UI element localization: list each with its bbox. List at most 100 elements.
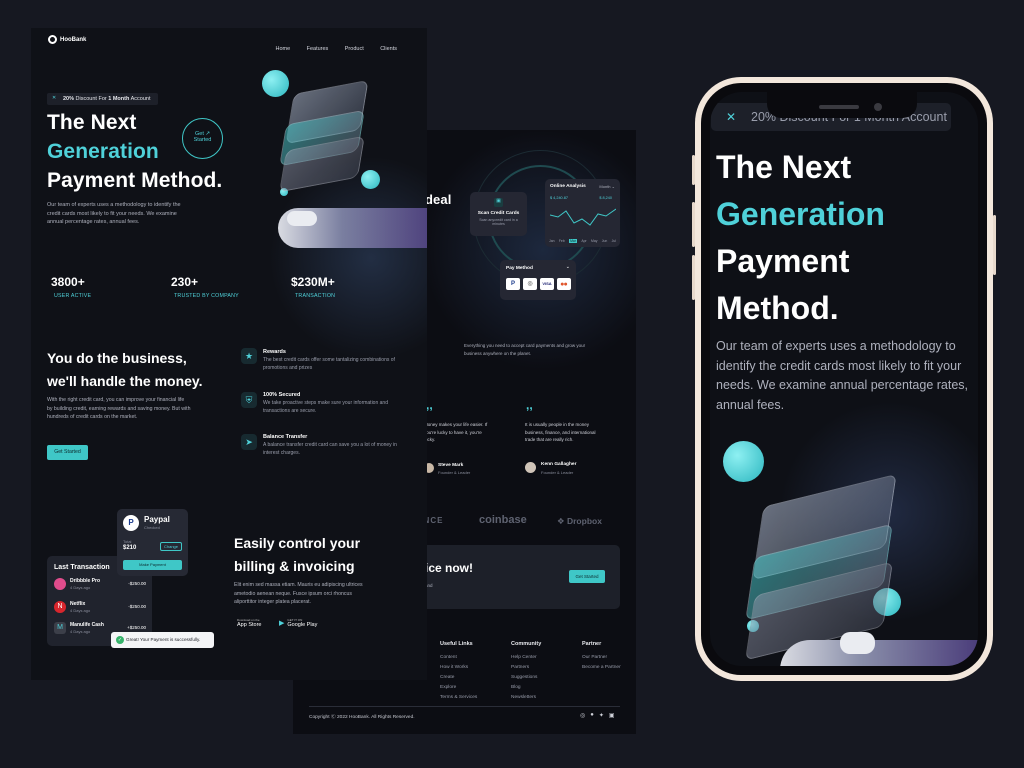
teal-sphere: [361, 170, 380, 189]
main-nav: Home Features Product Clients: [263, 37, 397, 55]
footer-link[interactable]: Suggestions: [511, 673, 541, 683]
phone-hero-description: Our team of experts uses a methodology t…: [716, 339, 969, 412]
nav-features[interactable]: Features: [307, 46, 329, 52]
quote-icon: ,,: [526, 398, 533, 412]
change-button[interactable]: Change: [159, 542, 182, 551]
get-started-button[interactable]: Get Started: [47, 445, 88, 460]
make-payment-button[interactable]: Make Payment: [123, 560, 182, 570]
logo-icon: [48, 35, 57, 44]
get-started-circle-button[interactable]: Get ↗ Started: [182, 118, 223, 159]
feature-secured: 100% Secured We take proactive steps mak…: [263, 392, 388, 414]
footer-link[interactable]: Blog: [511, 683, 541, 693]
paypal-name: Paypal: [144, 515, 170, 524]
feature-rewards: Rewards The best credit cards offer some…: [263, 349, 395, 371]
discount-pill: ✕ 20% Discount For 1 Month Account: [47, 93, 159, 105]
footer-link[interactable]: Explore: [440, 683, 477, 693]
robot-finger-graphic: [840, 632, 875, 654]
online-analysis-widget: Online Analysis Month ⌄ $ 4,240.87 $ 8,2…: [545, 179, 620, 247]
instagram-icon[interactable]: ◎: [580, 712, 585, 719]
discount-icon: ✕: [726, 110, 737, 124]
accept-payments-text: Everything you need to accept card payme…: [464, 343, 586, 356]
amount: -$250.00: [128, 604, 146, 609]
hero-description: Our team of experts uses a methodology t…: [47, 202, 181, 225]
feature-balance-transfer: Balance Transfer A balance transfer cred…: [263, 434, 397, 456]
brand-logo[interactable]: HooBank: [48, 35, 86, 44]
footer-link[interactable]: Create: [440, 673, 477, 683]
feature-icon-wrap: ⛨: [241, 392, 257, 408]
google-play-icon: ▶: [279, 620, 285, 627]
footer-col-useful-links: Useful Links Content How it Works Create…: [440, 641, 477, 703]
scan-text: Scan anycredit card in a minutes: [479, 218, 518, 226]
footer-link[interactable]: Our Partner: [582, 653, 621, 663]
nav-clients[interactable]: Clients: [380, 46, 397, 52]
nav-product[interactable]: Product: [345, 46, 364, 52]
footer-link[interactable]: Content: [440, 653, 477, 663]
coinbase-logo: coinbase: [479, 514, 527, 526]
cta-title: ice now!: [425, 561, 474, 575]
business-description: With the right credit card, you can impr…: [47, 397, 191, 420]
phone-side-button: [692, 255, 695, 300]
testimonial-name: Steve Mark: [438, 463, 464, 468]
last-transaction-title: Last Transaction: [54, 564, 110, 571]
phone-side-button: [692, 202, 695, 247]
testimonial-role: Founder & Leader: [541, 470, 574, 475]
footer-link[interactable]: Become a Partner: [582, 663, 621, 673]
stat-companies: 230+ TRUSTED BY COMPANY: [171, 275, 239, 299]
paypal-card: P Paypal Checked Total $210 Change Make …: [117, 509, 188, 576]
phone-screen: ✕ 20% Discount For 1 Month Account The N…: [710, 92, 978, 666]
paypal-status: Checked: [144, 525, 160, 530]
robot-hand-graphic: [780, 640, 978, 666]
testimonial-text: Money makes your life easier. If you're …: [424, 422, 488, 442]
phone-side-button: [993, 215, 996, 275]
total-label: Total: [123, 539, 132, 544]
avatar: [525, 462, 536, 473]
star-icon: ★: [241, 348, 257, 364]
google-play-badge[interactable]: ▶ GET IT ON Google Play: [279, 618, 317, 628]
analysis-period-select[interactable]: Month ⌄: [599, 184, 615, 189]
testimonial-text: It is usually people in the money busine…: [525, 422, 596, 442]
footer-link[interactable]: Help Center: [511, 653, 541, 663]
feature-icon-wrap: ★: [241, 348, 257, 364]
billing-description: Elit enim sed massa etiam. Mauris eu adi…: [234, 582, 363, 605]
teal-sphere: [262, 70, 289, 97]
amount: -$250.00: [128, 581, 146, 586]
camera: [874, 103, 882, 111]
analysis-value-2: $ 8,240: [599, 196, 612, 200]
robot-finger-graphic: [287, 211, 317, 226]
stat-users: 3800+ USER ACTIVE: [51, 275, 92, 299]
footer-link[interactable]: How it Works: [440, 663, 477, 673]
paypal-logo-icon[interactable]: P: [506, 278, 520, 290]
cta-get-started-button[interactable]: Get Started: [569, 570, 605, 583]
footer-col-partner: Partner Our Partner Become a Partner: [582, 641, 621, 673]
phone-mockup: ✕ 20% Discount For 1 Month Account The N…: [692, 77, 996, 681]
footer-link[interactable]: Partners: [511, 663, 541, 673]
speaker: [819, 105, 859, 109]
linkedin-icon[interactable]: ▣: [609, 712, 615, 719]
apple-pay-icon[interactable]: ◎: [523, 278, 537, 290]
phone-side-button: [692, 155, 695, 185]
analysis-title: Online Analysis: [550, 184, 586, 189]
discount-icon: ✕: [52, 95, 57, 101]
billing-heading: Easily control your billing & invoicing: [234, 535, 361, 574]
footer-link[interactable]: Newsletters: [511, 693, 541, 703]
pay-method-widget: Pay Method ⌄ P ◎ VISA ⬤⬤: [500, 260, 576, 300]
app-store-badge[interactable]: Download on the App Store: [234, 618, 261, 628]
mastercard-logo-icon[interactable]: ⬤⬤: [557, 278, 571, 290]
chevron-down-icon[interactable]: ⌄: [566, 264, 570, 270]
facebook-icon[interactable]: ●: [590, 712, 594, 719]
analysis-months: Jan Feb Mar Apr May Jun Jul: [549, 239, 616, 243]
business-heading: You do the business, we'll handle the mo…: [47, 350, 203, 389]
twitter-icon[interactable]: ✦: [599, 712, 604, 719]
feature-icon-wrap: ➤: [241, 434, 257, 450]
front-page-mockup: HooBank Home Features Product Clients ✕ …: [31, 28, 427, 680]
scan-title: Scan Credit Cards: [477, 211, 520, 216]
section-title-fragment: deal: [425, 192, 452, 207]
total-value: $210: [123, 545, 137, 551]
footer-link[interactable]: Terms & Services: [440, 693, 477, 703]
testimonial-name: Kenn Gallagher: [541, 462, 577, 467]
nav-home[interactable]: Home: [275, 46, 290, 52]
testimonial-role: Founder & Leader: [438, 470, 471, 475]
check-icon: ✓: [116, 636, 124, 644]
visa-logo-icon[interactable]: VISA: [540, 278, 554, 290]
manulife-icon: M: [54, 622, 66, 634]
